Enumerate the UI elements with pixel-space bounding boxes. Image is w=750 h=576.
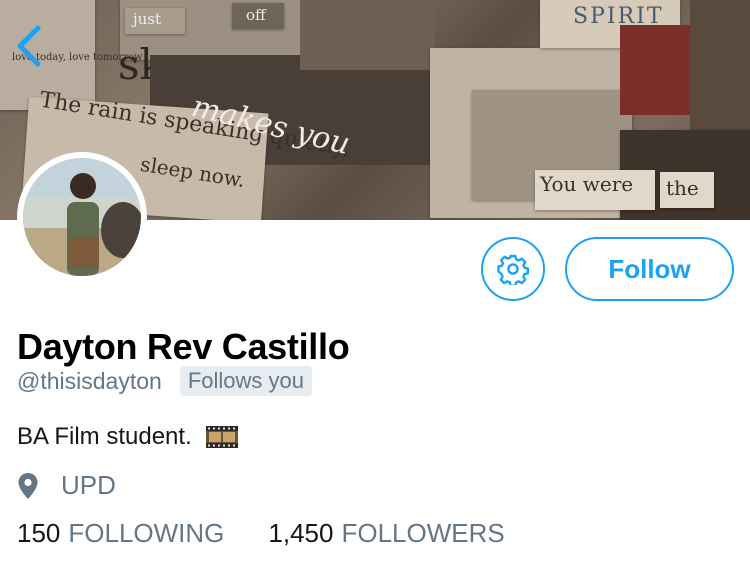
banner-text-you-were: You were <box>540 172 634 196</box>
follows-you-badge: Follows you <box>179 366 312 396</box>
followers-stat[interactable]: 1,450 FOLLOWERS <box>268 518 504 549</box>
avatar-photo <box>23 158 141 276</box>
profile-name: Dayton Rev Castillo <box>17 326 350 367</box>
bio-text: BA Film student. <box>17 423 192 450</box>
back-button[interactable] <box>10 24 50 68</box>
following-stat[interactable]: 150 FOLLOWING <box>17 518 224 549</box>
following-label: FOLLOWING <box>68 518 225 548</box>
avatar[interactable] <box>17 152 147 282</box>
banner-text-just: just <box>133 10 162 28</box>
followers-label: FOLLOWERS <box>341 518 505 548</box>
location-text: UPD <box>61 470 116 500</box>
location-row: UPD <box>17 470 116 501</box>
banner-text-the: the <box>666 176 699 200</box>
chevron-left-icon <box>17 25 41 67</box>
profile-handle: @thisisdayton <box>17 367 162 394</box>
location-pin-icon <box>18 472 38 499</box>
settings-button[interactable] <box>481 237 545 301</box>
follow-button[interactable]: Follow <box>565 237 734 301</box>
banner-text-off: off <box>246 6 266 24</box>
stats-row: 150 FOLLOWING 1,450 FOLLOWERS <box>17 518 505 549</box>
following-count: 150 <box>17 518 61 548</box>
followers-count: 1,450 <box>268 518 334 548</box>
film-frames-icon <box>205 426 238 448</box>
profile-bio: BA Film student. <box>17 422 240 452</box>
gear-icon <box>497 254 529 285</box>
handle-row: @thisisdayton Follows you <box>17 366 312 396</box>
